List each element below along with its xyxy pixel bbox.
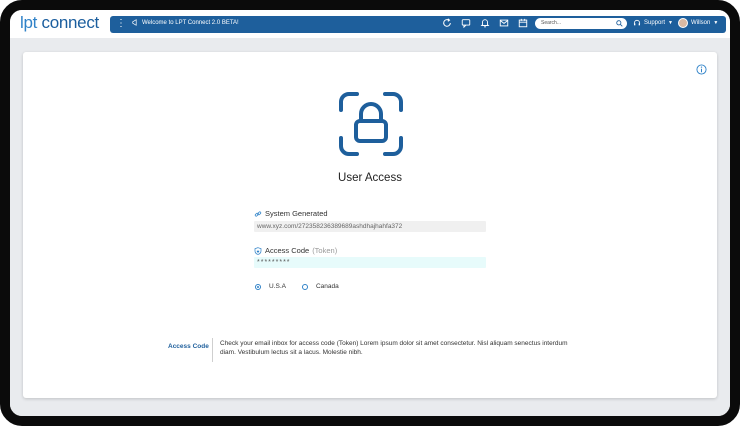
lock-icon	[339, 92, 403, 156]
note-label: Access Code	[168, 343, 209, 350]
note-divider	[212, 338, 213, 362]
link-icon	[254, 210, 262, 217]
radio-canada-label: Canada	[315, 283, 339, 290]
bell-icon[interactable]	[480, 18, 490, 28]
app-window: lpt connect ⋮ Welcome to LPT Connect 2.0…	[0, 0, 740, 426]
top-nav-bar: ⋮ Welcome to LPT Connect 2.0 BETA! Searc…	[110, 16, 726, 33]
chevron-down-icon: ▼	[713, 20, 719, 26]
refresh-icon[interactable]	[442, 18, 452, 28]
system-generated-label: System Generated	[254, 209, 328, 218]
user-menu[interactable]: Willson ▼	[678, 18, 718, 28]
radio-canada[interactable]: Canada	[301, 283, 339, 290]
logo-suffix: connect	[41, 13, 100, 32]
search-icon[interactable]	[616, 20, 623, 27]
radio-usa[interactable]: U.S.A	[255, 283, 286, 290]
user-access-card: User Access System Generated www.xyz.com…	[23, 52, 717, 398]
avatar	[678, 18, 688, 28]
toolbar-icons	[442, 18, 528, 28]
welcome-text: Welcome to LPT Connect 2.0 BETA!	[142, 19, 239, 26]
app-logo[interactable]: lpt connect	[20, 13, 99, 33]
app-header: lpt connect ⋮ Welcome to LPT Connect 2.0…	[10, 10, 730, 38]
support-label: Support	[644, 20, 666, 26]
radio-usa-label: U.S.A	[269, 283, 286, 290]
chat-icon[interactable]	[461, 18, 471, 28]
search-input[interactable]: Search...	[535, 18, 627, 29]
radio-canada-circle[interactable]	[301, 283, 308, 290]
logo-prefix: lpt	[20, 13, 38, 32]
access-code-label-text: Access Code	[265, 246, 310, 255]
access-code-label: Access Code (Token)	[254, 246, 337, 255]
welcome-banner: Welcome to LPT Connect 2.0 BETA!	[132, 19, 239, 26]
calendar-icon[interactable]	[518, 18, 528, 28]
mail-icon[interactable]	[499, 18, 509, 28]
country-radio-group: U.S.A Canada	[255, 283, 339, 290]
info-icon[interactable]	[696, 64, 707, 75]
system-generated-label-text: System Generated	[265, 209, 328, 218]
shield-icon	[254, 246, 262, 255]
megaphone-icon	[132, 19, 137, 26]
user-name: Willson	[691, 20, 711, 26]
note-text: Check your email inbox for access code (…	[220, 340, 568, 356]
access-code-label-sub: (Token)	[312, 246, 338, 255]
chevron-down-icon: ▼	[668, 20, 673, 26]
support-menu[interactable]: Support ▼	[633, 19, 673, 27]
radio-usa-circle[interactable]	[255, 283, 261, 290]
menu-icon[interactable]: ⋮	[116, 18, 126, 29]
page-title: User Access	[338, 172, 402, 184]
system-generated-field[interactable]: www.xyz.com/272358236389689ashdhajhahfa3…	[254, 221, 486, 232]
search-placeholder: Search...	[541, 20, 562, 26]
content-area: User Access System Generated www.xyz.com…	[10, 38, 730, 416]
headset-icon	[633, 20, 641, 26]
access-code-input[interactable]: *********	[254, 257, 486, 268]
